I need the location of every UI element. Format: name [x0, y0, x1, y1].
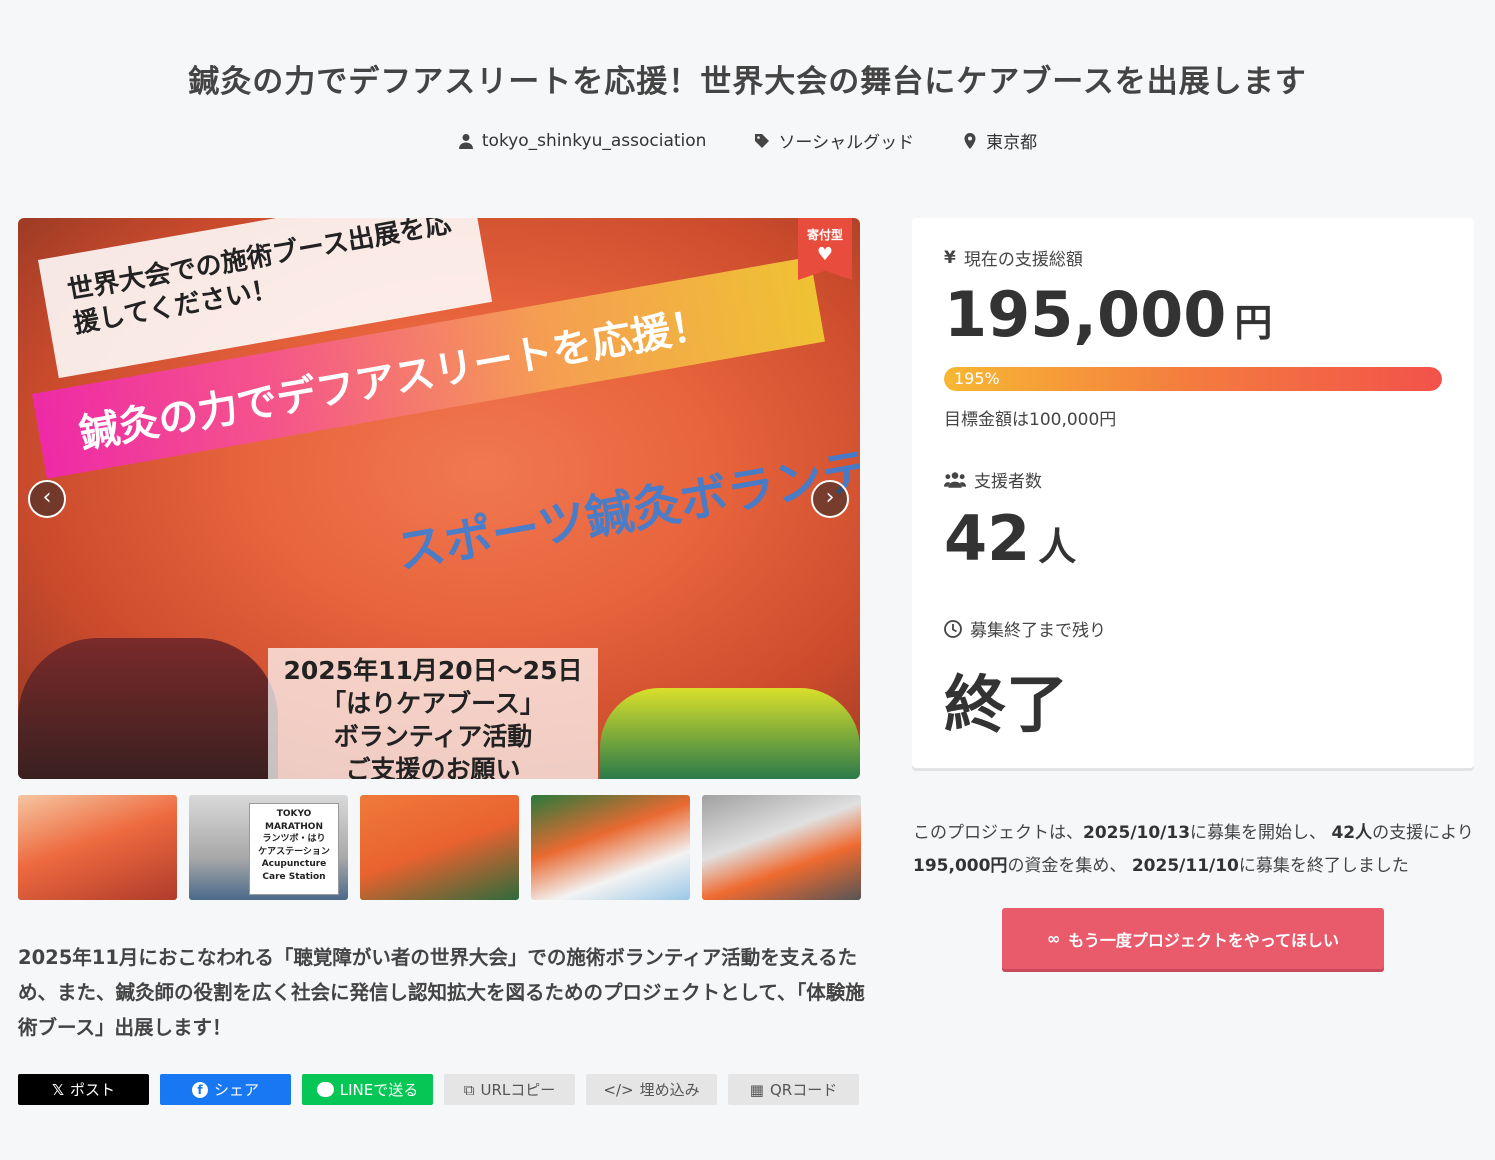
- progress-percent: 195%: [954, 369, 1000, 388]
- project-summary: このプロジェクトは、2025/10/13に募集を開始し、 42人の支援により 1…: [913, 817, 1483, 883]
- facebook-share-button[interactable]: f シェア: [160, 1074, 291, 1105]
- summary-text: の支援により: [1372, 823, 1474, 843]
- location-name: 東京都: [986, 133, 1038, 153]
- main-image-carousel[interactable]: 世界大会での施術ブース出展を応援してください！ 鍼灸の力でデフアスリートを応援！…: [18, 218, 860, 779]
- project-title: 鍼灸の力でデフアスリートを応援！世界大会の舞台にケアブースを出展します: [188, 64, 1307, 100]
- goal-amount: 目標金額は100,000円: [944, 410, 1117, 430]
- x-logo-icon: 𝕏: [51, 1080, 65, 1099]
- project-meta: tokyo_shinkyu_association ソーシャルグッド 東京都: [0, 128, 1495, 153]
- x-post-label: ポスト: [70, 1081, 116, 1099]
- thumbnail-3[interactable]: [360, 795, 519, 900]
- tag-icon: [755, 133, 770, 148]
- qr-code-button[interactable]: ▦ QRコード: [728, 1074, 859, 1105]
- facebook-icon: f: [191, 1081, 208, 1098]
- chevron-right-icon: ›: [825, 485, 835, 510]
- backers-label-row: 支援者数: [944, 467, 1042, 492]
- summary-text: に募集を開始し、: [1190, 823, 1327, 843]
- location-link[interactable]: 東京都: [962, 128, 1037, 153]
- date-line: 2025年11月20日～25日: [283, 656, 583, 685]
- total-amount-unit: 円: [1234, 301, 1273, 345]
- badge-label: 寄付型: [806, 228, 843, 242]
- summary-backers: 42人: [1331, 823, 1373, 843]
- yen-icon: ¥: [944, 247, 956, 268]
- infinity-icon: ∞: [1046, 929, 1061, 948]
- thumbnail-sign: TOKYO MARATHON ランツボ・はり ケアステーション Acupunct…: [249, 803, 339, 895]
- sign-line: ランツボ・はり: [262, 834, 326, 845]
- x-post-button[interactable]: 𝕏 ポスト: [18, 1074, 149, 1105]
- thumbnail-4[interactable]: [531, 795, 690, 900]
- owner-link[interactable]: tokyo_shinkyu_association: [458, 128, 707, 153]
- embed-button[interactable]: </> 埋め込み: [586, 1074, 717, 1105]
- progress-fill: [944, 367, 1442, 391]
- code-icon: </>: [603, 1080, 634, 1099]
- map-pin-icon: [964, 132, 976, 149]
- request-again-button[interactable]: ∞ もう一度プロジェクトをやってほしい: [1002, 908, 1384, 969]
- backers-count: 42 人: [944, 502, 1076, 575]
- total-amount-label: 現在の支援総額: [963, 250, 1083, 270]
- thumbnail-1[interactable]: [18, 795, 177, 900]
- chevron-left-icon: ‹: [42, 485, 52, 510]
- line-share-label: LINEで送る: [339, 1081, 419, 1099]
- date-line: 「はりケアブース」: [321, 689, 545, 718]
- sign-line: ケアステーション: [258, 846, 330, 857]
- category-link[interactable]: ソーシャルグッド: [754, 128, 914, 153]
- clock-icon: [944, 619, 962, 638]
- qr-code-label: QRコード: [769, 1081, 838, 1099]
- summary-start-date: 2025/10/13: [1083, 823, 1191, 843]
- qr-code-icon: ▦: [749, 1080, 764, 1099]
- jacket-text: スポーツ鍼灸ボランティア隊: [392, 417, 860, 581]
- sign-line: TOKYO MARATHON: [265, 809, 323, 832]
- backers-label: 支援者数: [974, 472, 1042, 492]
- total-amount: 195,000 円: [944, 278, 1272, 351]
- total-amount-value: 195,000: [944, 278, 1227, 351]
- progress-bar: 195%: [944, 367, 1442, 391]
- owner-name: tokyo_shinkyu_association: [481, 130, 707, 151]
- copy-icon: ⧉: [463, 1080, 475, 1099]
- photo-area: [18, 638, 278, 779]
- remaining-value: 終了: [944, 668, 1069, 741]
- category-name: ソーシャルグッド: [778, 133, 915, 153]
- backers-unit: 人: [1038, 525, 1077, 569]
- line-icon: [316, 1082, 334, 1097]
- share-buttons: 𝕏 ポスト f シェア LINEで送る ⧉ URLコピー </> 埋め込み ▦ …: [18, 1074, 859, 1105]
- summary-text: このプロジェクトは、: [913, 823, 1083, 843]
- facebook-share-label: シェア: [213, 1081, 259, 1099]
- backers-value: 42: [944, 502, 1031, 575]
- total-amount-label-row: ¥ 現在の支援総額: [944, 245, 1083, 271]
- thumbnail-5[interactable]: [702, 795, 861, 900]
- summary-end-date: 2025/11/10: [1131, 856, 1239, 876]
- heart-hand-icon: ♥: [816, 244, 834, 265]
- line-share-button[interactable]: LINEで送る: [302, 1074, 433, 1105]
- summary-text: に募集を終了しました: [1238, 856, 1409, 876]
- embed-label: 埋め込み: [639, 1081, 700, 1099]
- user-icon: [458, 133, 473, 149]
- remaining-label: 募集終了まで残り: [970, 621, 1106, 641]
- request-again-label: もう一度プロジェクトをやってほしい: [1068, 930, 1340, 950]
- sign-line: Acupuncture Care Station: [261, 859, 327, 882]
- funding-stats-panel: ¥ 現在の支援総額 195,000 円 195% 目標金額は100,000円 支援…: [912, 218, 1474, 768]
- url-copy-label: URLコピー: [480, 1081, 556, 1099]
- date-line: ご支援のお願い: [345, 755, 521, 779]
- url-copy-button[interactable]: ⧉ URLコピー: [444, 1074, 575, 1105]
- date-line: ボランティア活動: [333, 722, 533, 751]
- summary-amount: 195,000円: [913, 856, 1008, 876]
- thumbnail-strip: TOKYO MARATHON ランツボ・はり ケアステーション Acupunct…: [18, 795, 861, 900]
- remaining-label-row: 募集終了まで残り: [944, 616, 1106, 641]
- users-icon: [944, 471, 966, 488]
- carousel-prev-button[interactable]: ‹: [28, 480, 66, 518]
- hero-date-box: 2025年11月20日～25日 「はりケアブース」 ボランティア活動 ご支援のお…: [268, 648, 598, 779]
- thumbnail-2[interactable]: TOKYO MARATHON ランツボ・はり ケアステーション Acupunct…: [189, 795, 348, 900]
- carousel-next-button[interactable]: ›: [811, 480, 849, 518]
- project-description: 2025年11月におこなわれる「聴覚障がい者の世界大会」での施術ボランティア活動…: [18, 946, 865, 1039]
- photo-area: [600, 688, 860, 779]
- summary-text: の資金を集め、: [1007, 856, 1127, 876]
